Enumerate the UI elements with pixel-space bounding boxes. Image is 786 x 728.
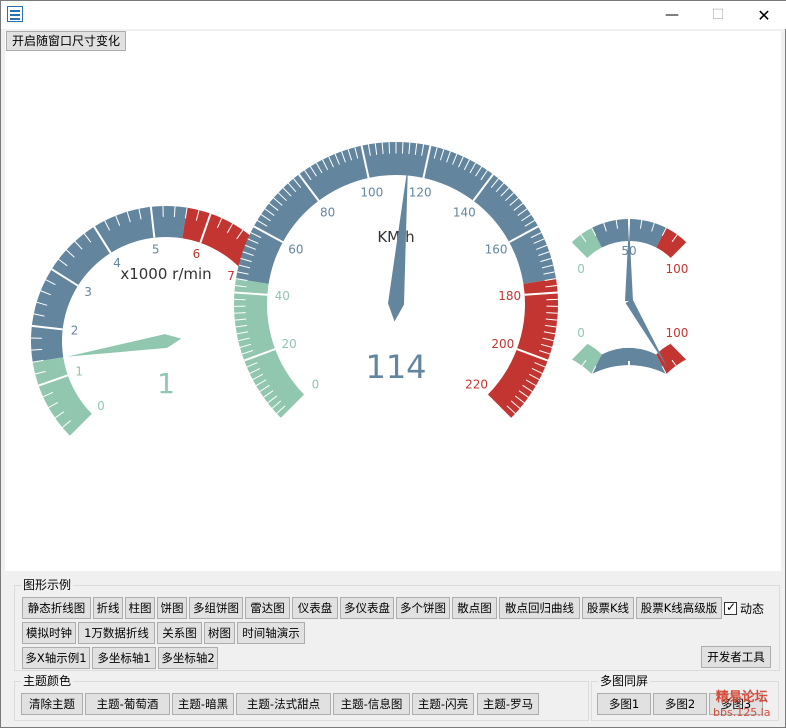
rpm-gauge-tick-label: 1 — [75, 364, 83, 378]
chart-example-button-9[interactable]: 多个饼图 — [396, 597, 450, 619]
chart-example-button-15[interactable]: 1万数据折线 — [78, 622, 155, 644]
watermark-line1: 精易论坛 — [715, 690, 768, 705]
speed-gauge-tick-label: 40 — [275, 289, 290, 303]
dynamic-checkbox-label: 动态 — [740, 602, 765, 616]
temp-gauge-tick — [615, 373, 619, 383]
rpm-gauge-tick-label: 3 — [84, 285, 92, 299]
chart-example-button-14[interactable]: 模拟时钟 — [22, 622, 76, 644]
speed-gauge-tick-label: 120 — [409, 186, 432, 200]
chart-example-button-21[interactable]: 多坐标轴2 — [158, 647, 218, 669]
speed-gauge-tick-label: 200 — [491, 337, 514, 351]
group-title: 图形示例 — [21, 578, 74, 592]
chart-example-button-7[interactable]: 仪表盘 — [292, 597, 338, 619]
checkbox-check-icon[interactable] — [724, 600, 737, 615]
dashboard-gauges: 012345 67x1000 r/min1 020406080100 12014016… — [30, 142, 688, 438]
theme-button-1[interactable]: 清除主题 — [21, 693, 83, 715]
speed-gauge-minor-tick — [234, 312, 246, 314]
app-window: — ☐ ✕ 开启随窗口尺寸变化 0 1 2 3 4 5 6 7 x1000 r/min 1 0 20 4… — [0, 0, 786, 728]
chart-example-button-20[interactable]: 多坐标轴1 — [92, 647, 156, 669]
fuel-gauge-tick-label: 100 — [665, 262, 688, 276]
chart-example-button-16[interactable]: 关系图 — [157, 622, 202, 644]
chart-example-button-1[interactable]: 静态折线图 — [22, 597, 91, 619]
temp-gauge-tick-label: 100 — [665, 326, 688, 340]
group-title: 多图同屏 — [598, 674, 651, 688]
fuel-gauge-tick-label: 0 — [577, 262, 585, 276]
rpm-gauge-tick-label: 5 — [152, 243, 160, 257]
chart-example-button-13[interactable]: 股票K线高级版 — [636, 597, 722, 619]
theme-button-6[interactable]: 主题-闪亮 — [412, 693, 474, 715]
forum-watermark: 精易论坛 bbs.125.la — [713, 691, 770, 719]
speed-gauge-tick-label: 140 — [453, 206, 476, 220]
rpm-gauge-tick-label: 7 — [227, 269, 235, 283]
chart-example-button-18[interactable]: 时间轴演示 — [237, 622, 305, 644]
rpm-gauge-tick-label: 2 — [71, 324, 79, 338]
toggle-resize-button[interactable]: 开启随窗口尺寸变化 — [6, 31, 127, 51]
speed-gauge-tick-label: 80 — [320, 206, 335, 220]
speed-gauge-tick-label: 100 — [360, 186, 383, 200]
theme-button-3[interactable]: 主题-暗黑 — [172, 693, 234, 715]
chart-example-button-3[interactable]: 柱图 — [125, 597, 155, 619]
speed-gauge-tick-label: 180 — [498, 289, 521, 303]
theme-button-5[interactable]: 主题-信息图 — [333, 693, 410, 715]
chart-example-button-11[interactable]: 散点回归曲线 — [499, 597, 580, 619]
temp-gauge-tick — [651, 370, 655, 380]
group-title: 主题颜色 — [21, 674, 74, 688]
chart-example-button-12[interactable]: 股票K线 — [582, 597, 634, 619]
rpm-gauge-tick-label: 6 — [193, 247, 201, 261]
rpm-gauge-title: x1000 r/min — [120, 265, 211, 283]
multi-chart-button-2[interactable]: 多图2 — [653, 693, 707, 715]
chart-example-button-10[interactable]: 散点图 — [452, 597, 497, 619]
chart-example-button-4[interactable]: 饼图 — [157, 597, 187, 619]
temp-gauge-tick — [603, 370, 607, 380]
speed-gauge-tick-label: 0 — [312, 378, 320, 392]
multi-chart-button-1[interactable]: 多图1 — [597, 693, 651, 715]
speed-gauge-tick-label: 220 — [465, 378, 488, 392]
dev-tools-button[interactable]: 开发者工具 — [701, 646, 771, 668]
theme-button-7[interactable]: 主题-罗马 — [477, 693, 539, 715]
speed-gauge-tick-label: 60 — [288, 242, 303, 256]
chart-example-button-8[interactable]: 多仪表盘 — [340, 597, 394, 619]
rpm-gauge-needle — [67, 334, 182, 357]
chart-example-button-5[interactable]: 多组饼图 — [189, 597, 243, 619]
dynamic-checkbox[interactable]: 动态 — [724, 600, 764, 617]
theme-button-4[interactable]: 主题-法式甜点 — [236, 693, 331, 715]
theme-button-2[interactable]: 主题-葡萄酒 — [85, 693, 170, 715]
watermark-line2: bbs.125.la — [713, 706, 771, 719]
rpm-gauge-value: 1 — [157, 367, 175, 400]
chart-example-button-19[interactable]: 多X轴示例1 — [22, 647, 90, 669]
chart-example-button-17[interactable]: 树图 — [204, 622, 235, 644]
speed-gauge-value: 114 — [365, 348, 426, 386]
speed-gauge-tick-label: 20 — [282, 337, 297, 351]
rpm-gauge-tick-label: 0 — [97, 399, 105, 413]
speed-gauge-minor-tick — [546, 312, 558, 314]
temp-gauge-tick-label: 0 — [577, 326, 585, 340]
speed-gauge-title: KM/h — [377, 228, 414, 246]
chart-example-button-6[interactable]: 雷达图 — [245, 597, 290, 619]
speed-gauge-tick-label: 160 — [485, 242, 508, 256]
temp-gauge-tick-label: 50 — [621, 346, 636, 360]
temp-gauge-tick — [639, 373, 643, 383]
chart-example-button-2[interactable]: 折线 — [93, 597, 123, 619]
